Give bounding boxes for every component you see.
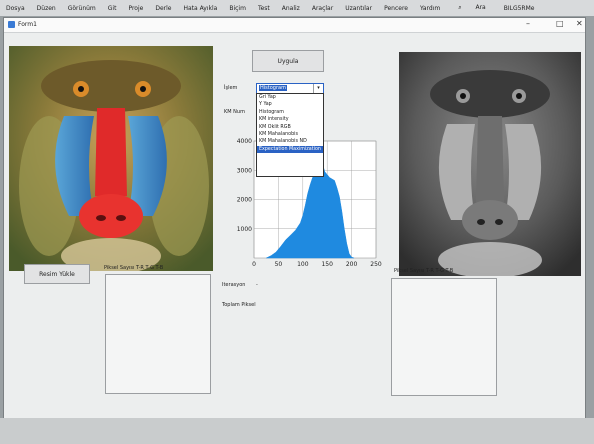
islem-dropdown-list: Gri Yap Y Yap Histogram KM intensity KM … — [256, 93, 324, 177]
maximize-icon[interactable]: □ — [556, 19, 564, 28]
chevron-down-icon[interactable]: ▾ — [313, 84, 323, 93]
iterasyon-label: Iterasyon — [222, 282, 246, 288]
search-icon: ⌕ — [458, 4, 462, 11]
menu-uzantilar[interactable]: Uzantılar — [339, 5, 378, 12]
menu-git[interactable]: Git — [102, 5, 123, 12]
menu-dosya[interactable]: Dosya — [0, 5, 31, 12]
x-tick-label: 100 — [297, 261, 309, 268]
load-image-button[interactable]: Resim Yükle — [24, 264, 90, 284]
desktop-bottom — [0, 418, 594, 444]
apply-button[interactable]: Uygula — [252, 50, 324, 72]
toplam-piksel-label: Toplam Piksel — [222, 302, 256, 308]
menu-duzen[interactable]: Düzen — [31, 5, 62, 12]
dropdown-option[interactable]: Gri Yap — [257, 94, 323, 101]
km-num-label: KM Num — [224, 109, 245, 115]
x-tick-label: 150 — [321, 261, 333, 268]
search-label: Ara — [475, 4, 486, 11]
title-bar: Form1 – □ ✕ — [4, 18, 585, 33]
y-tick-label: 4000 — [237, 138, 252, 145]
islem-label: İşlem — [224, 85, 238, 91]
original-image — [9, 46, 213, 271]
right-pixel-panel — [391, 278, 497, 396]
menu-gorunum[interactable]: Görünüm — [62, 5, 102, 12]
dropdown-option[interactable]: KM Mahalanobis — [257, 131, 323, 138]
window-title: Form1 — [18, 21, 37, 28]
x-tick-label: 200 — [346, 261, 358, 268]
project-name: BILG5RMe — [503, 4, 535, 12]
close-icon[interactable]: ✕ — [576, 19, 583, 28]
dropdown-option-selected[interactable]: Expectation Maximization — [257, 145, 323, 154]
x-tick-label: 50 — [275, 261, 283, 268]
menu-derle[interactable]: Derle — [149, 5, 177, 12]
menu-test[interactable]: Test — [252, 5, 276, 12]
y-tick-label: 3000 — [237, 167, 252, 174]
menu-pencere[interactable]: Pencere — [378, 5, 414, 12]
x-tick-label: 250 — [370, 261, 382, 268]
dropdown-option[interactable]: Y Yap — [257, 101, 323, 108]
left-pixel-panel — [105, 274, 211, 394]
menu-yardim[interactable]: Yardım — [414, 5, 446, 12]
dropdown-option[interactable]: KM intensity — [257, 116, 323, 123]
combobox-value: Histogram — [259, 85, 287, 91]
dropdown-option[interactable]: KM Mahalanobis ND — [257, 138, 323, 145]
minimize-icon[interactable]: – — [526, 19, 530, 28]
x-tick-label: 0 — [252, 261, 256, 268]
form-window: Form1 – □ ✕ Uygula İşlem Histogram ▾ KM … — [3, 17, 586, 419]
iterasyon-value: - — [256, 282, 258, 288]
processed-image — [399, 52, 581, 276]
app-icon — [8, 21, 15, 28]
menu-araclar[interactable]: Araçlar — [306, 5, 339, 12]
y-tick-label: 2000 — [237, 197, 252, 204]
menu-hata-ayikla[interactable]: Hata Ayıkla — [177, 5, 223, 12]
dropdown-option[interactable]: KM Öklit RGB — [257, 124, 323, 131]
y-tick-label: 1000 — [237, 226, 252, 233]
dropdown-option[interactable]: Histogram — [257, 109, 323, 116]
menu-bicim[interactable]: Biçim — [223, 5, 252, 12]
menu-analiz[interactable]: Analiz — [276, 5, 306, 12]
menu-proje[interactable]: Proje — [122, 5, 149, 12]
right-panel-header: Piksel Sayısı T-R T-G T-B — [394, 268, 454, 274]
menu-bar: Dosya Düzen Görünüm Git Proje Derle Hata… — [0, 0, 594, 16]
left-panel-header: Piksel Sayısı T-R T-G T-B — [104, 265, 164, 271]
search-box[interactable]: ⌕ Ara — [446, 4, 498, 12]
